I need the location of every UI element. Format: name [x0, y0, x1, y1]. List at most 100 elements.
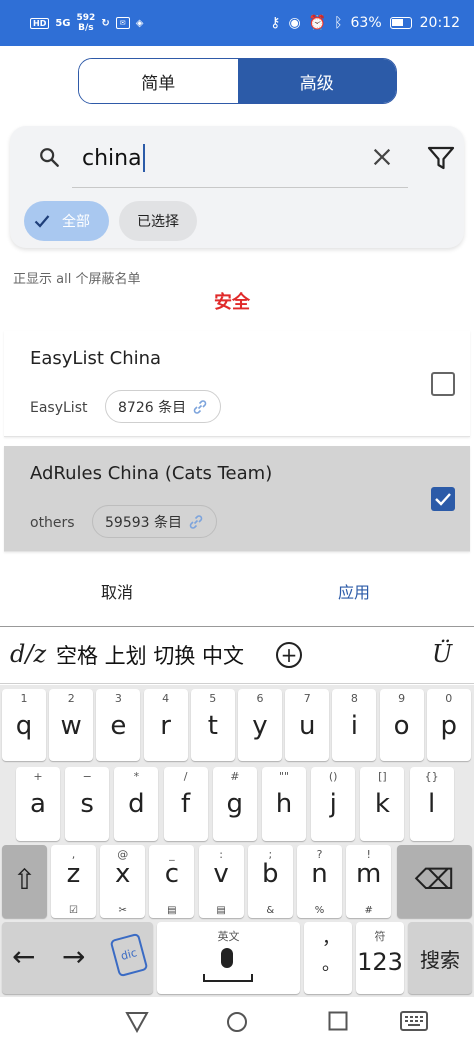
keyboard: 1q2w3e4r5t6y7u8i9o0p + a − s * d / f # g "" h() j[] k…: [0, 685, 474, 997]
list-item[interactable]: EasyList China EasyList 8726 条目: [4, 331, 470, 437]
safe-watermark: 安全: [214, 292, 250, 313]
punctuation-key[interactable]: ， 。: [304, 922, 352, 994]
key-j[interactable]: () j: [311, 767, 356, 841]
key-k[interactable]: [] k: [360, 767, 405, 841]
key-y[interactable]: 6y: [238, 689, 282, 761]
list-item-checkbox[interactable]: [431, 487, 455, 511]
number-key[interactable]: 符 123: [356, 922, 404, 994]
key-label: f: [181, 789, 191, 819]
key-label: x: [114, 859, 131, 889]
chip-all[interactable]: 全部: [24, 201, 109, 241]
mode-simple-button[interactable]: 简单: [79, 59, 238, 103]
key-tertiary-label: &: [266, 905, 275, 916]
list-item-checkbox[interactable]: [431, 372, 455, 396]
microphone-icon: [221, 948, 233, 968]
cancel-button[interactable]: 取消: [101, 579, 133, 603]
network-speed: 592 B/s: [77, 13, 96, 33]
key-label: h: [275, 789, 293, 819]
search-input[interactable]: china: [82, 140, 362, 176]
list-item-source: others: [30, 515, 75, 531]
key-label: o: [393, 711, 410, 741]
key-label: v: [213, 859, 229, 889]
key-label: r: [160, 711, 171, 741]
alarm-icon: ⏰: [308, 15, 327, 31]
symbol-label: 符: [374, 930, 386, 943]
list-item-count: 8726 条目: [118, 399, 187, 416]
key-label: p: [440, 711, 458, 741]
key-label: u: [298, 711, 316, 741]
key-tertiary-label: ✂: [118, 905, 127, 916]
keyboard-settings-logo[interactable]: Ü: [432, 640, 452, 668]
key-tertiary-label: ▤: [216, 905, 226, 916]
key-secondary-label: 6: [256, 692, 264, 705]
search-icon: [40, 148, 59, 167]
status-bar: HD 5G 592 B/s ↻ ✉ ◈ ⚷ ◉ ⏰ ᛒ 63% 20:12: [0, 0, 474, 46]
key-w[interactable]: 2w: [49, 689, 94, 761]
key-p[interactable]: 0p: [426, 689, 471, 761]
key-z[interactable]: , z ☑: [51, 845, 96, 918]
key-label: b: [262, 859, 279, 889]
key-d[interactable]: * d: [114, 767, 159, 841]
key-g[interactable]: # g: [212, 767, 257, 841]
status-left: HD 5G 592 B/s ↻ ✉ ◈: [30, 13, 143, 33]
key-l[interactable]: {} l: [409, 767, 454, 841]
comma-label: ，: [322, 928, 340, 949]
shield-icon: ◈: [135, 17, 144, 29]
list-item-count-link[interactable]: 59593 条目: [92, 505, 217, 538]
space-key-label: 英文: [217, 930, 240, 943]
key-e[interactable]: 3e: [96, 689, 141, 761]
key-secondary-label: 5: [209, 692, 217, 705]
key-s[interactable]: − s: [65, 767, 110, 841]
key-f[interactable]: / f: [163, 767, 208, 841]
shift-key[interactable]: ⇧: [2, 845, 47, 918]
bluetooth-icon: ᛒ: [334, 15, 343, 31]
link-icon: [189, 514, 203, 529]
keyboard-suggestion[interactable]: 空格 上划 切换 中文: [56, 640, 244, 670]
backspace-key[interactable]: ⌫: [397, 845, 472, 918]
key-h[interactable]: "" h: [262, 767, 306, 841]
key-c[interactable]: _ c ▤: [149, 845, 195, 918]
key-label: w: [60, 711, 82, 741]
key-q[interactable]: 1q: [2, 689, 46, 761]
key-secondary-label: 4: [162, 692, 170, 705]
chip-selected[interactable]: 已选择: [119, 201, 197, 241]
key-a[interactable]: + a: [16, 767, 60, 841]
key-secondary-label: (): [328, 770, 338, 783]
key-icon: ⚷: [270, 15, 281, 31]
key-b[interactable]: ; b &: [247, 845, 293, 918]
keyboard-logo[interactable]: d/z: [10, 640, 46, 668]
key-m[interactable]: ! m #: [346, 845, 392, 918]
close-icon[interactable]: [371, 146, 393, 168]
battery-icon: [389, 17, 412, 29]
arrow-keys[interactable]: ← → dic: [2, 922, 153, 994]
home-icon[interactable]: [226, 1011, 248, 1033]
list-item[interactable]: AdRules China (Cats Team) others 59593 条…: [4, 446, 470, 552]
key-v[interactable]: : v ▤: [198, 845, 244, 918]
key-u[interactable]: 7u: [285, 689, 330, 761]
add-icon[interactable]: +: [276, 642, 302, 668]
filter-icon[interactable]: [427, 145, 455, 171]
mode-advanced-button[interactable]: 高级: [237, 59, 396, 103]
back-icon[interactable]: [125, 1011, 149, 1033]
key-label: j: [329, 789, 337, 819]
recents-icon[interactable]: [328, 1011, 348, 1031]
refresh-icon: ↻: [101, 17, 110, 29]
list-item-count-link[interactable]: 8726 条目: [105, 390, 222, 423]
apply-button[interactable]: 应用: [338, 579, 370, 603]
key-label: l: [427, 789, 436, 819]
key-t[interactable]: 5t: [190, 689, 235, 761]
key-x[interactable]: @ x ✂: [100, 845, 146, 918]
space-key[interactable]: 英文: [157, 922, 300, 994]
check-icon: [435, 493, 451, 506]
key-secondary-label: 9: [398, 692, 406, 705]
key-label: i: [350, 711, 358, 741]
key-o[interactable]: 9o: [379, 689, 424, 761]
clock: 20:12: [419, 15, 460, 31]
dictionary-icon[interactable]: dic: [109, 932, 149, 978]
keyboard-hide-icon[interactable]: [400, 1011, 428, 1031]
key-i[interactable]: 8i: [332, 689, 377, 761]
search-key[interactable]: 搜索: [408, 922, 472, 994]
key-n[interactable]: ? n%: [297, 845, 342, 918]
key-r[interactable]: 4r: [143, 689, 188, 761]
shift-icon: ⇧: [12, 863, 37, 896]
